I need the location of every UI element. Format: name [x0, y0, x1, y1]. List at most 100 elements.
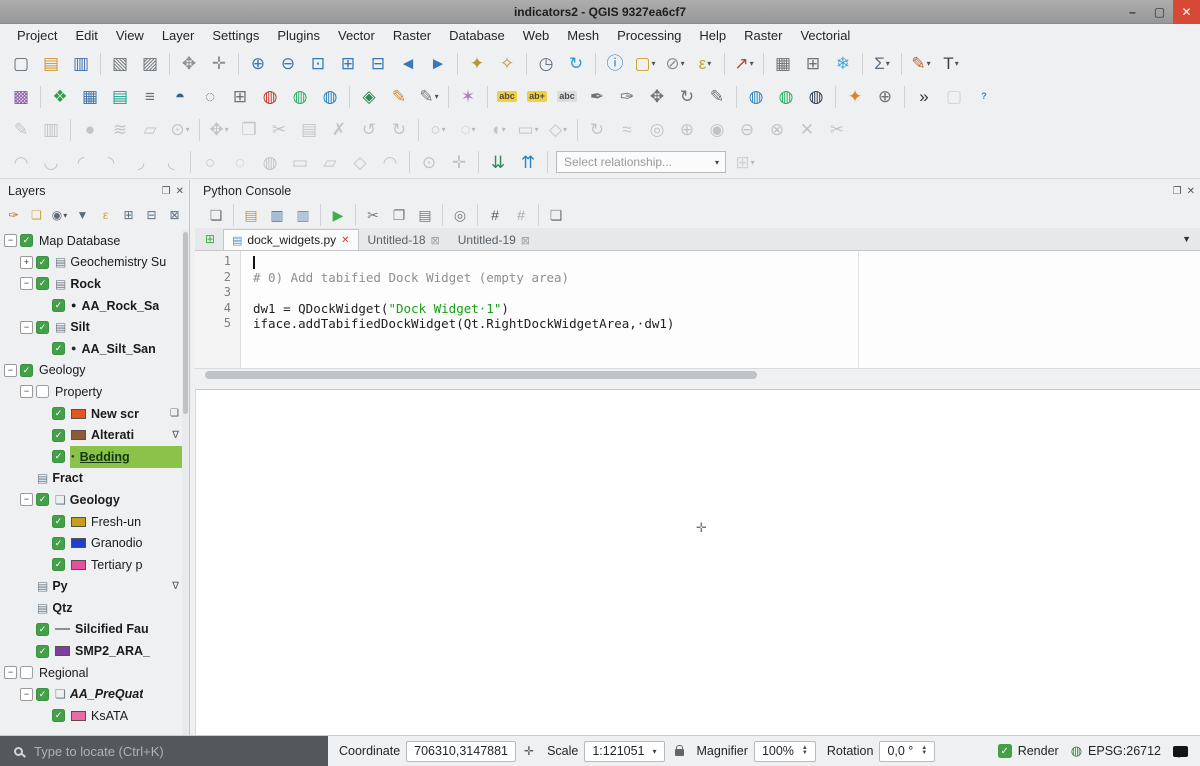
menu-item-raster[interactable]: Raster [735, 28, 791, 43]
new-geopackage-layer-button[interactable]: ◈ [355, 83, 383, 111]
checkin-layer-button[interactable]: ⇈ [514, 148, 542, 176]
menu-item-plugins[interactable]: Plugins [268, 28, 329, 43]
layer-checkbox[interactable]: ✓ [36, 688, 49, 701]
open-layer-styling-button[interactable]: ✑ [3, 205, 24, 226]
pin-labels-button[interactable]: ✒ [583, 83, 611, 111]
menu-item-vector[interactable]: Vector [329, 28, 384, 43]
tab-dock-widgets-py[interactable]: ▤dock_widgets.py✕ [223, 229, 359, 250]
save-script-as-button[interactable]: ▥ [291, 204, 315, 227]
layer-checkbox[interactable]: ✓ [52, 407, 65, 420]
expander-icon[interactable]: − [4, 364, 17, 377]
show-bookmarks-button[interactable]: ✧ [493, 50, 521, 78]
menu-item-settings[interactable]: Settings [203, 28, 268, 43]
select-features-button[interactable]: ▢▾ [631, 50, 659, 78]
layer-row[interactable]: ▤Py∇ [0, 576, 182, 598]
rotation-spinner[interactable]: 0,0 ° ▲▼ [879, 741, 935, 762]
add-mesh-layer-button[interactable]: ▤ [106, 83, 134, 111]
scrollbar-thumb[interactable] [183, 232, 188, 414]
menu-item-edit[interactable]: Edit [66, 28, 106, 43]
text-annotation-button[interactable]: T▾ [937, 50, 965, 78]
plugin-tool-button[interactable]: ✦ [841, 83, 869, 111]
layer-row[interactable]: ▤Qtz [0, 597, 182, 619]
identify-features-button[interactable]: ⓘ [601, 50, 629, 78]
add-vector-layer-button[interactable]: ❖ [46, 83, 74, 111]
manage-map-themes-button[interactable]: ◉▾ [49, 205, 70, 226]
filter-legend-button[interactable]: ▼ [72, 205, 93, 226]
layer-checkbox[interactable]: ✓ [36, 623, 49, 636]
cut-button[interactable]: ✂ [361, 204, 385, 227]
close-tab-icon[interactable]: ✕ [341, 235, 349, 246]
scale-combo[interactable]: 1:121051 ▾ [584, 741, 664, 762]
close-button[interactable]: ✕ [1173, 0, 1200, 24]
expand-all-button[interactable]: ⊞ [118, 205, 139, 226]
minimize-button[interactable]: – [1119, 0, 1146, 24]
add-delimited-text-layer-button[interactable]: ≡ [136, 83, 164, 111]
collapse-all-button[interactable]: ⊟ [141, 205, 162, 226]
layer-checkbox[interactable]: ✓ [52, 342, 65, 355]
layer-checkbox[interactable]: ✓ [36, 321, 49, 334]
move-label-button[interactable]: ✥ [643, 83, 671, 111]
layer-checkbox[interactable]: ✓ [52, 709, 65, 722]
layer-row[interactable]: −✓▤Silt [0, 316, 182, 338]
layers-scrollbar[interactable] [182, 230, 189, 735]
expander-icon[interactable]: − [20, 493, 33, 506]
expander-icon[interactable]: − [20, 688, 33, 701]
close-panel-icon[interactable]: ✕ [176, 186, 184, 197]
zoom-next-button[interactable]: ► [424, 50, 452, 78]
layer-row[interactable]: −Regional [0, 662, 182, 684]
zoom-in-button[interactable]: ⊕ [244, 50, 272, 78]
tab-list-caret-icon[interactable]: ▼ [1182, 234, 1191, 244]
menu-item-layer[interactable]: Layer [153, 28, 204, 43]
zoom-to-selection-button[interactable]: ⊞ [334, 50, 362, 78]
comment-code-button[interactable]: # [483, 204, 507, 227]
extents-toggle-icon[interactable]: ✛ [524, 744, 534, 758]
new-scratch-layer-button[interactable]: ✎▾ [415, 83, 443, 111]
save-script-button[interactable]: ▥ [265, 204, 289, 227]
close-tab-icon[interactable]: ⊠ [521, 234, 530, 247]
zoom-full-button[interactable]: ⊡ [304, 50, 332, 78]
crs-icon[interactable]: ◍ [1071, 743, 1082, 759]
filter-by-expression-button[interactable]: ε [95, 205, 116, 226]
close-panel-icon[interactable]: ✕ [1187, 186, 1195, 197]
zoom-to-layer-button[interactable]: ⊟ [364, 50, 392, 78]
layer-checkbox[interactable]: ✓ [36, 256, 49, 269]
expander-icon[interactable]: + [20, 256, 33, 269]
menu-item-raster[interactable]: Raster [384, 28, 440, 43]
find-text-button[interactable]: ◎ [448, 204, 472, 227]
clear-console-button[interactable]: ❏ [204, 204, 228, 227]
deselect-features-button[interactable]: ⊘▾ [661, 50, 689, 78]
layer-checkbox[interactable]: ✓ [52, 537, 65, 550]
save-project-button[interactable]: ▥ [67, 50, 95, 78]
map-canvas[interactable]: ✛ [195, 389, 1200, 735]
layer-row[interactable]: −✓▤Rock [0, 273, 182, 295]
zoom-out-button[interactable]: ⊖ [274, 50, 302, 78]
measure-button[interactable]: ↗▾ [730, 50, 758, 78]
new-print-layout-button[interactable]: ▧ [106, 50, 134, 78]
tab-untitled-19[interactable]: Untitled-19⊠ [449, 229, 539, 250]
layer-row[interactable]: ✓●Bedding [0, 446, 182, 468]
qgis2web-button[interactable]: ◍ [772, 83, 800, 111]
layer-checkbox[interactable]: ✓ [52, 515, 65, 528]
new-project-button[interactable]: ▢ [7, 50, 35, 78]
menu-item-database[interactable]: Database [440, 28, 514, 43]
object-inspector-button[interactable]: ❏ [544, 204, 568, 227]
open-attribute-table-button[interactable]: ▦ [769, 50, 797, 78]
magnifier-spinner[interactable]: 100% ▲▼ [754, 741, 816, 762]
layer-row[interactable]: −Property [0, 381, 182, 403]
float-panel-icon[interactable]: ❐ [1173, 186, 1182, 197]
layer-row[interactable]: −✓❏Geology [0, 489, 182, 511]
tab-untitled-18[interactable]: Untitled-18⊠ [359, 229, 449, 250]
processing-toolbox-button[interactable]: ❄ [829, 50, 857, 78]
add-wfs-layer-button[interactable]: ◍ [316, 83, 344, 111]
open-project-button[interactable]: ▤ [37, 50, 65, 78]
checkout-layer-button[interactable]: ⇊ [484, 148, 512, 176]
open-script-button[interactable]: ▤ [239, 204, 263, 227]
add-group-button[interactable]: ❏ [26, 205, 47, 226]
statistical-summary-button[interactable]: Σ▾ [868, 50, 896, 78]
zoom-last-button[interactable]: ◄ [394, 50, 422, 78]
add-wms-layer-button[interactable]: ◍ [256, 83, 284, 111]
copy-button[interactable]: ❐ [387, 204, 411, 227]
new-editor-tab-button[interactable]: ⊞ [201, 230, 219, 248]
run-script-button[interactable]: ▶ [326, 204, 350, 227]
layer-row[interactable]: ✓Alterati∇ [0, 424, 182, 446]
